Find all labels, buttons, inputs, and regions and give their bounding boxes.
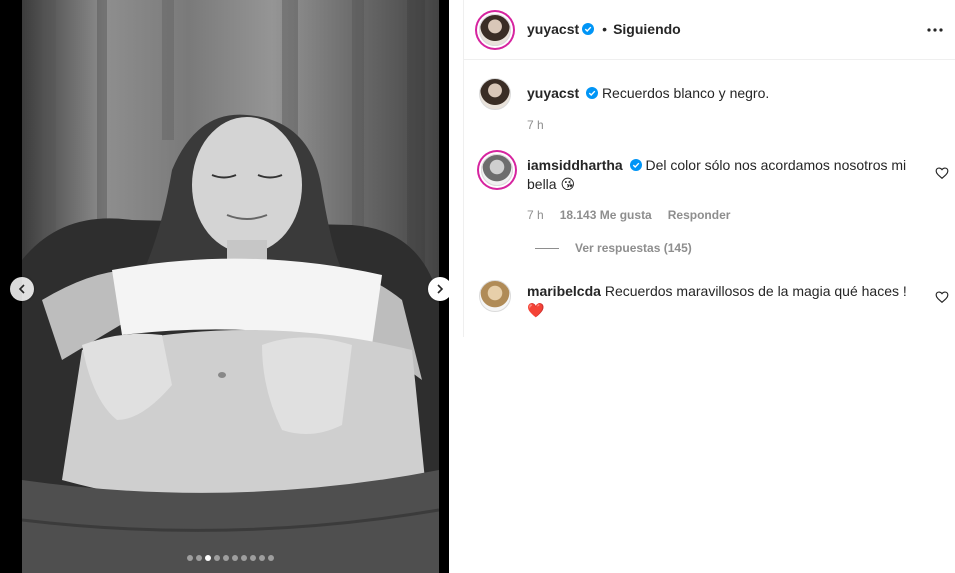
comment-likes[interactable]: 18.143 Me gusta [560, 208, 652, 222]
caption-time[interactable]: 7 h [527, 118, 544, 132]
post-media [0, 0, 449, 573]
verified-badge-icon [586, 87, 599, 99]
replies-line [535, 247, 559, 249]
post-caption: yuyacst Recuerdos blanco y negro. 7 h [479, 78, 939, 138]
comment-meta: 7 h 18.143 Me gusta Responder [527, 208, 730, 222]
carousel-dot [205, 555, 211, 561]
heart-outline-icon[interactable] [935, 290, 949, 304]
comment-time[interactable]: 7 h [527, 208, 544, 222]
avatar[interactable] [481, 154, 513, 186]
carousel-dot [196, 555, 202, 561]
caption-meta: 7 h [527, 118, 544, 132]
carousel-prev-button[interactable] [10, 277, 34, 301]
avatar[interactable] [479, 280, 511, 312]
comment-username[interactable]: maribelcda [527, 283, 601, 299]
comment-body: iamsiddhartha Del color sólo nos acordam… [527, 156, 912, 194]
carousel-dot [241, 555, 247, 561]
header-user: yuyacst • Siguiendo [527, 21, 681, 37]
chevron-right-icon [437, 284, 444, 294]
reply-button[interactable]: Responder [668, 208, 731, 222]
photo-illustration [22, 0, 439, 573]
comment-username[interactable]: iamsiddhartha [527, 157, 623, 173]
carousel-next-button[interactable] [428, 277, 449, 301]
avatar[interactable] [479, 78, 511, 110]
following-button[interactable]: Siguiendo [613, 21, 681, 37]
post-photo [22, 0, 439, 573]
verified-badge-icon [629, 159, 642, 171]
post-header: yuyacst • Siguiendo [463, 0, 955, 60]
carousel-dot [259, 555, 265, 561]
carousel-dot [223, 555, 229, 561]
avatar[interactable] [479, 14, 511, 46]
verified-badge-icon [582, 23, 595, 35]
comment-body: maribelcda Recuerdos maravillosos de la … [527, 282, 912, 320]
carousel-indicator [187, 555, 274, 561]
caption-body: yuyacst Recuerdos blanco y negro. [527, 84, 912, 103]
carousel-dot [268, 555, 274, 561]
view-replies-button[interactable]: Ver respuestas (145) [535, 241, 692, 255]
view-replies-label: Ver respuestas (145) [575, 241, 692, 255]
post-details-panel: yuyacst • Siguiendo yuyacst Recuerdos bl… [463, 0, 955, 573]
caption-text: Recuerdos blanco y negro. [601, 85, 770, 101]
chevron-left-icon [18, 284, 25, 294]
heart-outline-icon[interactable] [935, 166, 949, 180]
carousel-dot [214, 555, 220, 561]
carousel-dot [187, 555, 193, 561]
header-separator: • [602, 21, 608, 37]
caption-username[interactable]: yuyacst [527, 85, 579, 101]
comment-item: maribelcda Recuerdos maravillosos de la … [479, 280, 949, 340]
carousel-dot [250, 555, 256, 561]
more-options-icon[interactable] [925, 20, 945, 40]
header-username[interactable]: yuyacst [527, 21, 579, 37]
carousel-dot [232, 555, 238, 561]
